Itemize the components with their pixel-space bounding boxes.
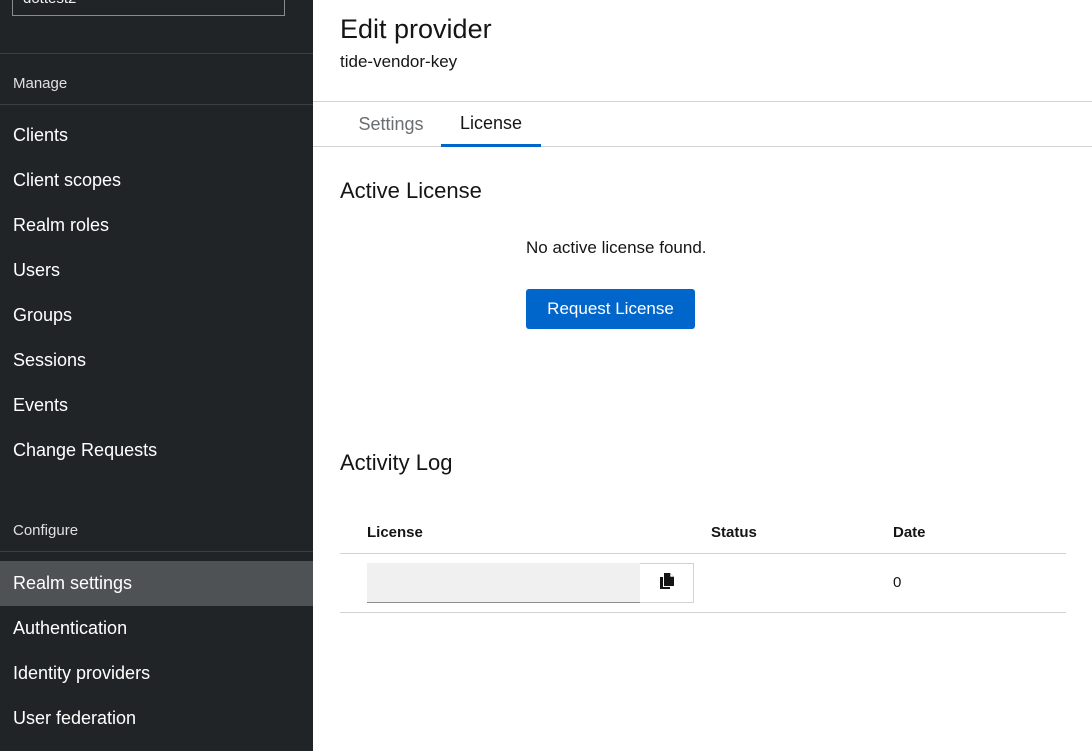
copy-icon: [658, 572, 676, 595]
column-header-status: Status: [711, 524, 757, 541]
main-content: Edit provider tide-vendor-key Settings L…: [313, 0, 1092, 751]
license-value-field[interactable]: [367, 563, 641, 603]
active-license-heading: Active License: [340, 178, 482, 203]
sidebar-divider: [0, 53, 313, 54]
activity-log-heading: Activity Log: [340, 450, 453, 475]
sidebar-item-groups[interactable]: Groups: [0, 293, 313, 338]
tab-license[interactable]: License: [441, 102, 541, 147]
sidebar-divider: [0, 104, 313, 105]
column-header-date: Date: [893, 524, 926, 541]
sidebar-item-user-federation[interactable]: User federation: [0, 696, 313, 741]
section-title-configure: Configure: [13, 522, 79, 539]
sidebar-item-identity-providers[interactable]: Identity providers: [0, 651, 313, 696]
tab-settings[interactable]: Settings: [343, 102, 439, 147]
sidebar-item-clients[interactable]: Clients: [0, 113, 313, 158]
sidebar-item-users[interactable]: Users: [0, 248, 313, 293]
realm-selector-label: dottest2: [23, 0, 76, 7]
copy-button[interactable]: [640, 563, 694, 603]
realm-selector[interactable]: dottest2: [12, 0, 285, 16]
request-license-button[interactable]: Request License: [526, 289, 695, 329]
sidebar-divider: [0, 551, 313, 552]
page-subtitle: tide-vendor-key: [340, 52, 458, 71]
sidebar-item-sessions[interactable]: Sessions: [0, 338, 313, 383]
column-header-license: License: [367, 524, 423, 541]
page-header: Edit provider tide-vendor-key: [313, 0, 1092, 102]
date-cell: 0: [893, 574, 902, 591]
sidebar-item-realm-roles[interactable]: Realm roles: [0, 203, 313, 248]
sidebar-item-events[interactable]: Events: [0, 383, 313, 428]
sidebar-item-client-scopes[interactable]: Client scopes: [0, 158, 313, 203]
page-title: Edit provider: [340, 14, 492, 44]
section-title-manage: Manage: [13, 75, 68, 92]
sidebar: dottest2 Manage Clients Client scopes Re…: [0, 0, 313, 751]
sidebar-item-realm-settings[interactable]: Realm settings: [0, 561, 313, 606]
sidebar-item-change-requests[interactable]: Change Requests: [0, 428, 313, 473]
sidebar-item-authentication[interactable]: Authentication: [0, 606, 313, 651]
table-header: License Status Date: [340, 512, 1066, 554]
tab-bar: Settings License: [313, 102, 1092, 147]
table-row: 0: [340, 554, 1066, 613]
no-license-message: No active license found.: [526, 238, 707, 257]
